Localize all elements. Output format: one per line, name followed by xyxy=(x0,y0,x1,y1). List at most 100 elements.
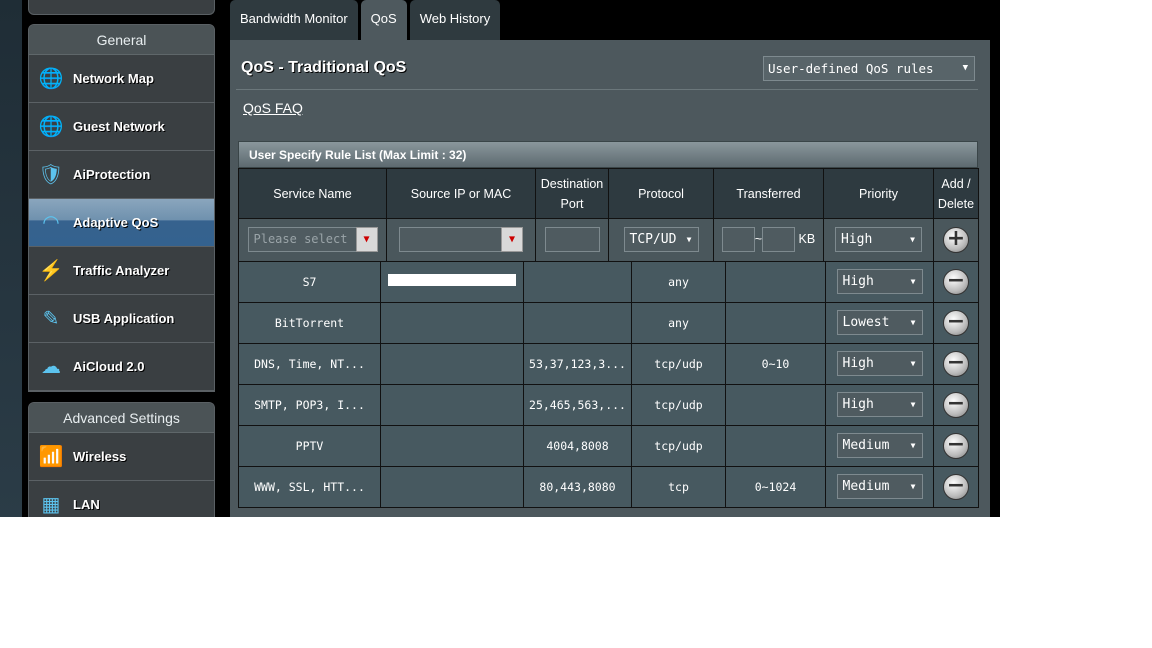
delete-cell: − xyxy=(933,383,979,426)
col-source: Source IP or MAC xyxy=(386,168,536,219)
rule-table: S7 any High ▼ − BitTorrent any Lowest ▼ − DN… xyxy=(238,260,979,508)
transferred-cell xyxy=(725,383,826,426)
sidebar-item-usb-application[interactable]: ✎ USB Application xyxy=(29,295,214,343)
transferred-min-input[interactable] xyxy=(721,227,755,253)
service-cell: WWW, SSL, HTT... xyxy=(238,465,381,508)
delete-cell: − xyxy=(933,424,979,467)
priority-select[interactable]: High ▼ xyxy=(835,227,922,253)
protocol-value: TCP/UD xyxy=(629,232,677,248)
protocol-cell: tcp/udp xyxy=(631,342,726,385)
protocol-cell: tcp/udp xyxy=(631,383,726,426)
source-cell xyxy=(380,260,524,303)
port-cell: 4004,8008 xyxy=(523,424,632,467)
delete-rule-button[interactable]: − xyxy=(943,309,969,336)
source-select[interactable]: ▼ xyxy=(399,227,523,253)
usb-icon: ✎ xyxy=(42,308,60,330)
col-service-name: Service Name xyxy=(238,168,387,219)
sidebar-item-label: Wireless xyxy=(73,449,127,464)
qos-mode-select[interactable]: User-defined QoS rules ▼ xyxy=(763,56,975,81)
delete-rule-button[interactable]: − xyxy=(943,391,969,418)
service-cell: DNS, Time, NT... xyxy=(238,342,381,385)
transferred-max-input[interactable] xyxy=(762,227,796,253)
priority-select[interactable]: High ▼ xyxy=(836,351,923,376)
port-cell: 80,443,8080 xyxy=(523,465,632,508)
port-cell xyxy=(523,260,632,303)
sidebar-item-adaptive-qos[interactable]: ◠ Adaptive QoS xyxy=(29,199,214,247)
rule-list-title: User Specify Rule List (Max Limit : 32) xyxy=(238,141,978,168)
sidebar-item-label: Adaptive QoS xyxy=(73,215,159,230)
advanced-title: Advanced Settings xyxy=(29,403,214,433)
protocol-cell: tcp/udp xyxy=(631,424,726,467)
sidebar-item-traffic-analyzer[interactable]: ⚡ Traffic Analyzer xyxy=(29,247,214,295)
globe-pin-icon: 🌐 xyxy=(38,68,64,90)
service-cell: S7 xyxy=(238,260,381,303)
add-rule-button[interactable]: + xyxy=(943,226,969,253)
delete-rule-button[interactable]: − xyxy=(943,473,969,500)
priority-value: High xyxy=(842,397,874,412)
delete-rule-button[interactable]: − xyxy=(943,268,969,295)
globe-users-icon: 🌐 xyxy=(38,116,64,138)
sidebar-item-wireless[interactable]: 📶 Wireless xyxy=(29,433,214,481)
source-cell xyxy=(380,383,524,426)
transferred-cell xyxy=(725,301,826,344)
sidebar-item-label: Traffic Analyzer xyxy=(73,263,170,278)
chevron-down-icon: ▼ xyxy=(962,63,968,73)
table-row: SMTP, POP3, I... 25,465,563,... tcp/udp … xyxy=(238,383,979,426)
priority-cell: High ▼ xyxy=(825,342,934,385)
sidebar-item-aicloud[interactable]: ☁ AiCloud 2.0 xyxy=(29,343,214,391)
protocol-cell: any xyxy=(631,260,726,303)
sidebar-item-network-map[interactable]: 🌐 Network Map xyxy=(29,55,214,103)
cloud-icon: ☁ xyxy=(41,356,61,378)
general-title: General xyxy=(29,25,214,55)
priority-value: Medium xyxy=(842,479,890,494)
new-rule-row: Please select ▼ ▼ TCP/UD ▼ ~ KB High ▼ + xyxy=(238,218,979,261)
priority-value: Medium xyxy=(842,438,890,453)
dest-port-input[interactable] xyxy=(544,227,600,253)
dropdown-arrow-icon: ▼ xyxy=(355,227,378,253)
delete-cell: − xyxy=(933,342,979,385)
divider xyxy=(236,89,978,90)
port-cell: 53,37,123,3... xyxy=(523,342,632,385)
transferred-cell xyxy=(725,424,826,467)
sidebar-item-aiprotection[interactable]: 🛡 AiProtection xyxy=(29,151,214,199)
priority-select[interactable]: Lowest ▼ xyxy=(836,310,923,335)
transferred-cell: 0~10 xyxy=(725,342,826,385)
shield-lock-icon: 🛡 xyxy=(38,164,64,186)
lan-icon: ▦ xyxy=(41,494,61,516)
sidebar-general: General 🌐 Network Map 🌐 Guest Network 🛡 AiP… xyxy=(28,24,215,392)
col-dest-port: Destination Port xyxy=(535,168,609,219)
tilde: ~ xyxy=(754,232,763,247)
chevron-down-icon: ▼ xyxy=(686,235,692,245)
protocol-cell: any xyxy=(631,301,726,344)
priority-select[interactable]: Medium ▼ xyxy=(836,433,923,458)
sidebar-item-label: AiCloud 2.0 xyxy=(73,359,145,374)
tab-bandwidth-monitor[interactable]: Bandwidth Monitor xyxy=(230,0,358,40)
sidebar-item-guest-network[interactable]: 🌐 Guest Network xyxy=(29,103,214,151)
transferred-cell xyxy=(725,260,826,303)
delete-rule-button[interactable]: − xyxy=(943,350,969,377)
delete-cell: − xyxy=(933,260,979,303)
table-row: S7 any High ▼ − xyxy=(238,260,979,303)
table-row: PPTV 4004,8008 tcp/udp Medium ▼ − xyxy=(238,424,979,467)
table-row: BitTorrent any Lowest ▼ − xyxy=(238,301,979,344)
service-select[interactable]: Please select ▼ xyxy=(247,227,378,253)
delete-rule-button[interactable]: − xyxy=(943,432,969,459)
protocol-cell: tcp xyxy=(631,465,726,508)
priority-select[interactable]: High ▼ xyxy=(836,269,923,294)
qos-faq-link[interactable]: QoS FAQ xyxy=(243,100,303,116)
sidebar-item-lan[interactable]: ▦ LAN xyxy=(29,481,214,517)
col-transferred: Transferred xyxy=(713,168,824,219)
rule-header-table: Service Name Source IP or MAC Destinatio… xyxy=(238,168,979,261)
protocol-select[interactable]: TCP/UD ▼ xyxy=(623,227,699,253)
priority-select[interactable]: Medium ▼ xyxy=(836,474,923,499)
sidebar-advanced: Advanced Settings 📶 Wireless ▦ LAN xyxy=(28,402,215,517)
rule-list: User Specify Rule List (Max Limit : 32) … xyxy=(238,141,979,508)
service-cell: SMTP, POP3, I... xyxy=(238,383,381,426)
service-cell: BitTorrent xyxy=(238,301,381,344)
priority-cell: Medium ▼ xyxy=(825,465,934,508)
wireless-icon: 📶 xyxy=(38,446,64,468)
tab-qos[interactable]: QoS xyxy=(360,0,407,40)
table-row: WWW, SSL, HTT... 80,443,8080 tcp 0~1024 … xyxy=(238,465,979,508)
tab-web-history[interactable]: Web History xyxy=(409,0,501,40)
priority-select[interactable]: High ▼ xyxy=(836,392,923,417)
